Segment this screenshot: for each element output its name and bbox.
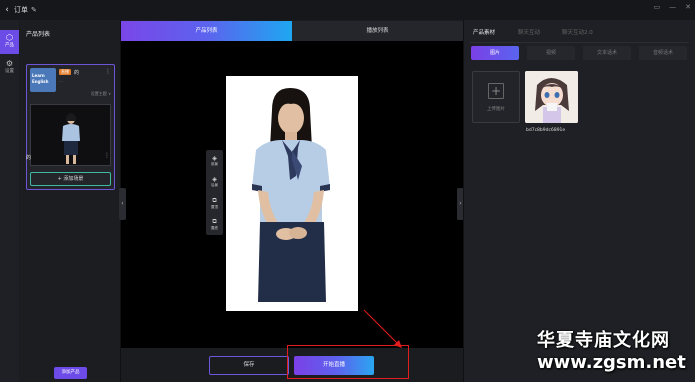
tab-chat-interaction[interactable]: 聊天互动 [518,28,540,36]
tool-label: 置顶 [211,205,218,209]
panel-title: 产品列表 [26,31,51,38]
back-arrow-icon[interactable]: ‹ [0,5,14,15]
tab-playback-list[interactable]: 播放列表 [292,21,463,41]
layer-up-icon: ⧉ [212,197,217,204]
presenter-figure [226,76,358,311]
rail-item-settings[interactable]: ⚙ 设置 [0,56,19,80]
save-button[interactable]: 保存 [209,356,289,375]
layers-icon: ◈ [212,155,217,162]
thumbnail-text: Learn [32,73,45,78]
upload-label: 上传图片 [487,107,505,112]
send-bottom-button[interactable]: ⧉ 置底 [206,215,223,236]
tool-label: 置底 [211,226,218,230]
asset-image[interactable] [525,71,578,123]
window-title: 订单 [14,6,28,14]
thumbnail-text: English [32,79,49,84]
window-controls: ▭ — ✕ [654,3,692,11]
anime-character-figure [525,71,578,123]
bring-top-button[interactable]: ⧉ 置顶 [206,194,223,215]
tab-product-list[interactable]: 产品列表 [121,21,292,41]
presenter-image[interactable] [226,76,358,311]
title-bar: ‹ 订单 ✎ [0,0,695,20]
product-thumbnail: Learn English [30,68,56,92]
close-icon[interactable]: ✕ [685,3,691,11]
divider [470,42,689,43]
gear-icon: ⚙ [5,59,14,68]
more-menu-icon[interactable]: ⋮ [105,68,111,75]
watermark-url: www.zgsm.net [537,352,686,373]
tab-product-assets[interactable]: 产品素材 [473,28,495,36]
add-scene-button[interactable]: + 添加场景 [30,172,111,186]
send-back-button[interactable]: ◈ 后景 [206,173,223,194]
product-panel: 产品列表 Learn English 直播 的 ⋮ … 设置主题 ∨ 的 ⋮ +… [20,20,120,382]
product-subtitle: … [59,78,63,83]
theme-setting-link[interactable]: 设置主题 ∨ [91,91,111,97]
tab-chat-interaction-2[interactable]: 聊天互动2.0 [562,28,593,36]
collapse-left-icon[interactable]: ‹ [119,188,126,220]
upload-image-button[interactable]: + 上传图片 [472,71,520,123]
scene-thumbnail[interactable] [30,104,111,166]
subtab-video[interactable]: 视频 [527,46,575,60]
tool-label: 后景 [211,183,218,187]
maximize-icon[interactable]: ▭ [654,3,661,11]
more-menu-icon[interactable]: ⋮ [104,152,110,159]
asset-filename: bd7c8b9dc6891e [526,128,566,133]
subtab-audio-script[interactable]: 音频话术 [639,46,687,60]
tool-label: 前景 [211,162,218,166]
plus-icon: + [488,83,504,99]
layer-toolbar: ◈ 前景 ◈ 后景 ⧉ 置顶 ⧉ 置底 [206,150,223,235]
layers-icon: ◈ [212,176,217,183]
annotation-arrow-icon [363,309,402,348]
presenter-thumbnail-figure [62,113,80,164]
rail-item-product[interactable]: ⬡ 产品 [0,30,19,54]
nav-rail: ⬡ 产品 ⚙ 设置 [0,20,19,382]
watermark-text: 华夏寺庙文化网 [537,330,670,351]
subtab-text-script[interactable]: 文本话术 [583,46,631,60]
scene-name: 的 [26,155,32,161]
minimize-icon[interactable]: — [669,3,676,11]
rail-item-label: 产品 [5,43,14,48]
cube-icon: ⬡ [6,33,13,42]
product-name: 的 [74,70,80,76]
subtab-images[interactable]: 图片 [471,46,519,60]
rail-item-label: 设置 [5,69,14,74]
layer-down-icon: ⧉ [212,218,217,225]
edit-icon[interactable]: ✎ [31,6,37,14]
bring-front-button[interactable]: ◈ 前景 [206,152,223,173]
add-product-button[interactable]: 添加产品 [54,367,87,379]
status-badge: 直播 [59,69,71,75]
